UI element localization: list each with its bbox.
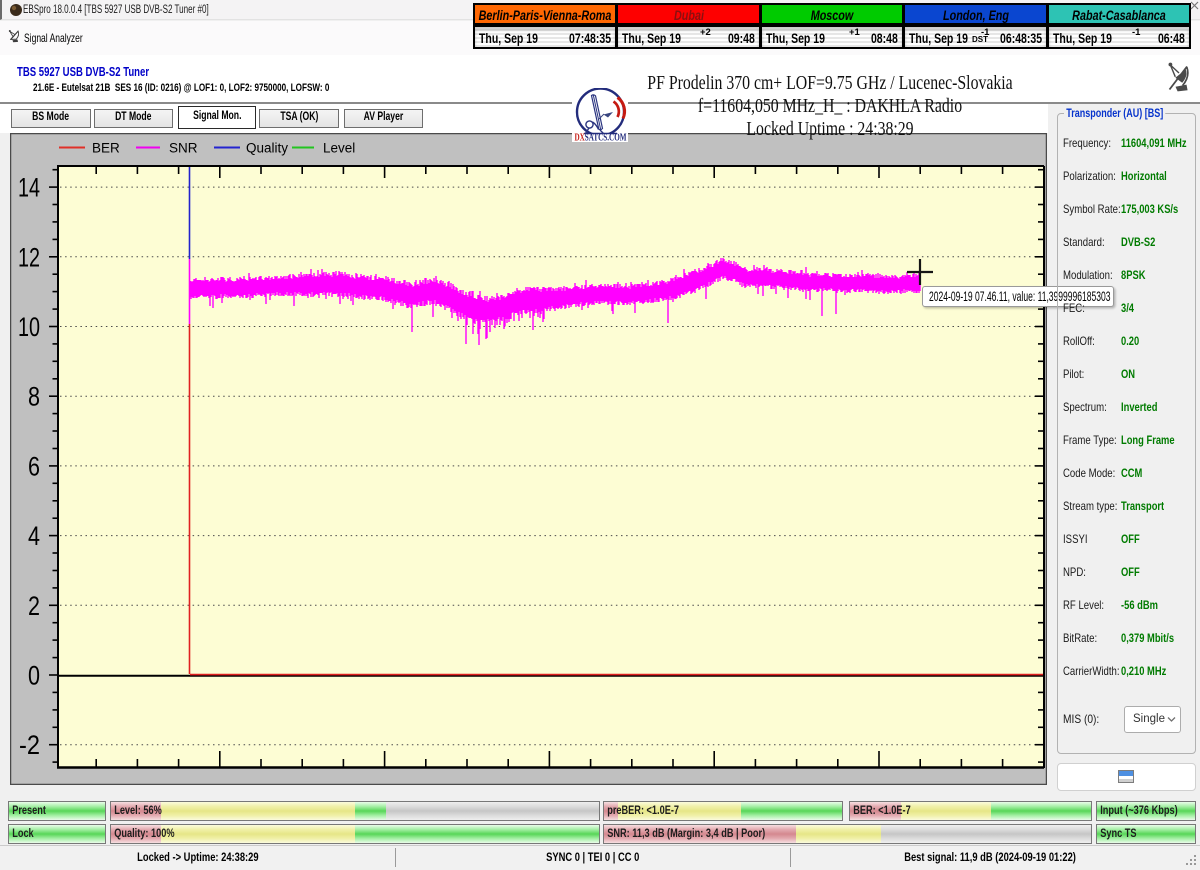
svg-text:0: 0 — [28, 661, 40, 691]
svg-text:14: 14 — [18, 173, 40, 203]
svg-text:DXSATCS.COM: DXSATCS.COM — [575, 133, 627, 143]
svg-text:4: 4 — [28, 521, 40, 551]
svg-text:BER: BER — [92, 141, 120, 156]
svg-text:SNR: SNR — [169, 141, 198, 156]
svg-text:Quality: Quality — [246, 141, 288, 156]
svg-text:8: 8 — [28, 382, 40, 412]
svg-text:12: 12 — [18, 242, 40, 272]
svg-text:2: 2 — [28, 591, 40, 621]
svg-text:Level: Level — [323, 141, 355, 156]
svg-text:-2: -2 — [19, 730, 40, 760]
svg-text:6: 6 — [28, 451, 40, 481]
svg-text:10: 10 — [18, 312, 40, 342]
